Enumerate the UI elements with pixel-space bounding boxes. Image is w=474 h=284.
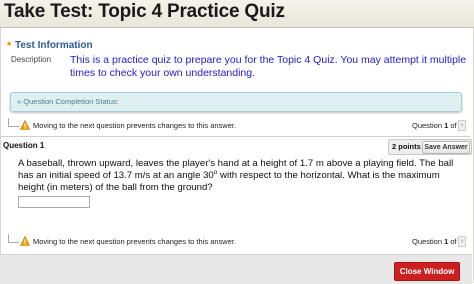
description-label: Description — [11, 55, 52, 64]
test-information-heading: Test Information — [15, 40, 93, 51]
next-question-button-bottom[interactable]: › — [458, 236, 466, 247]
question-completion-status[interactable]: » Question Completion Status: — [10, 92, 462, 112]
description-text: This is a practice quiz to prepare you f… — [70, 54, 467, 79]
question-counter: Question 1 of 5 — [412, 121, 463, 130]
warning-icon — [20, 120, 30, 130]
points-label: 2 points — [392, 142, 421, 151]
save-answer-button[interactable]: Save Answer — [422, 141, 470, 154]
question-heading: Question 1 — [3, 141, 45, 150]
navigation-warning-bottom: Moving to the next question prevents cha… — [33, 237, 237, 246]
close-window-button[interactable]: Close Window — [394, 262, 460, 281]
question-counter-bottom: Question 1 of 5 — [412, 237, 463, 246]
divider — [0, 136, 470, 137]
title-bar: Take Test: Topic 4 Practice Quiz — [0, 0, 474, 28]
next-question-button[interactable]: › — [458, 120, 466, 131]
star-icon: * — [7, 40, 12, 52]
points-panel: 2 points Save Answer — [388, 139, 472, 155]
navigation-warning: Moving to the next question prevents cha… — [33, 121, 237, 130]
page-title: Take Test: Topic 4 Practice Quiz — [4, 1, 285, 22]
warning-icon — [20, 236, 30, 246]
nav-arrow-icon — [8, 234, 19, 243]
nav-arrow-icon — [8, 118, 19, 127]
expand-icon: » — [17, 97, 22, 106]
answer-input[interactable] — [18, 196, 90, 208]
question-text: A baseball, thrown upward, leaves the pl… — [18, 158, 454, 193]
question-completion-status-label: Question Completion Status: — [23, 97, 119, 106]
